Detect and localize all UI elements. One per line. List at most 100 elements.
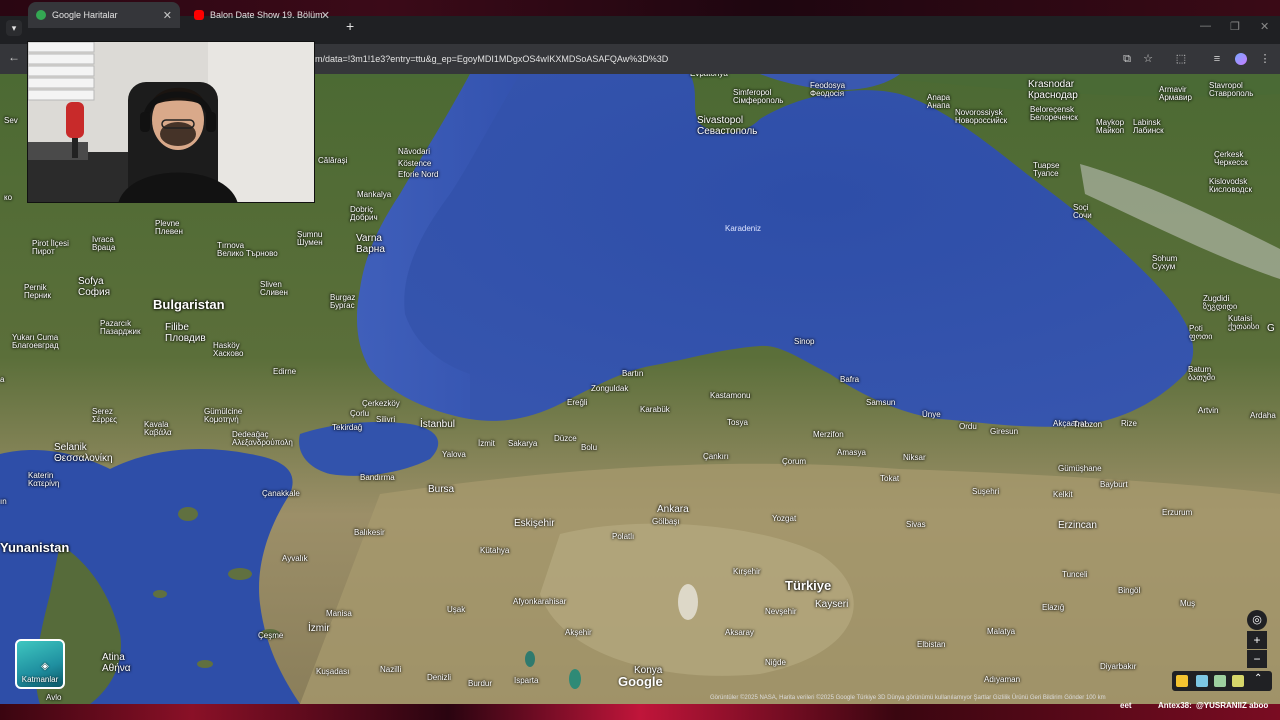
place-label-izmit[interactable]: İzmit xyxy=(478,439,495,448)
place-label-kustence[interactable]: Köstence xyxy=(398,159,431,168)
place-label-pirot[interactable]: Pirot İlçesi Пирот xyxy=(32,239,69,257)
place-label-edge_g[interactable]: G xyxy=(1267,323,1275,335)
place-label-athina[interactable]: Atina Αθήνα xyxy=(102,652,131,674)
place-label-varna[interactable]: Varna Варна xyxy=(356,233,385,255)
place-label-thessaloniki[interactable]: Selanik Θεσσαλονίκη xyxy=(54,442,113,464)
place-label-maykop[interactable]: Maykop Майкоп xyxy=(1096,118,1124,136)
browser-menu-icon[interactable]: ⋮ xyxy=(1256,50,1274,68)
zoom-in-button[interactable]: + xyxy=(1247,631,1267,649)
place-label-anapa[interactable]: Anapa Анапа xyxy=(927,93,950,111)
place-label-niksar[interactable]: Niksar xyxy=(903,453,926,462)
expand-chevron-icon[interactable]: ⌃ xyxy=(1254,673,1262,684)
place-label-elazig[interactable]: Elazığ xyxy=(1042,603,1064,612)
tab-search-button[interactable]: ▾ xyxy=(6,20,22,36)
place-label-bursa[interactable]: Bursa xyxy=(428,484,454,496)
place-label-afyon[interactable]: Afyonkarahisar xyxy=(513,597,566,606)
place-label-ardahan[interactable]: Ardaha xyxy=(1250,411,1276,420)
place-label-corum[interactable]: Çorum xyxy=(782,457,806,466)
window-close-icon[interactable]: ✕ xyxy=(1260,20,1269,33)
place-label-pazardzhik[interactable]: Pazarcık Пазарджик xyxy=(100,319,140,337)
place-label-susehri[interactable]: Suşehri xyxy=(972,487,999,496)
place-label-manisa[interactable]: Manisa xyxy=(326,609,352,618)
place-label-kayseri[interactable]: Kayseri xyxy=(815,599,848,611)
place-label-kislovodsk[interactable]: Kislovodsk Кисловодск xyxy=(1209,177,1252,195)
place-label-erzincan[interactable]: Erzincan xyxy=(1058,520,1097,532)
layers-button[interactable]: ◈ Katmanlar xyxy=(15,639,65,689)
bookmark-star-icon[interactable]: ☆ xyxy=(1139,50,1157,68)
place-label-kutaisi[interactable]: Kutaisi ქუთაისი xyxy=(1228,314,1259,332)
pegman-icon[interactable] xyxy=(1176,675,1188,687)
place-label-yozgat[interactable]: Yozgat xyxy=(772,514,796,523)
place-label-edge_n[interactable]: ın xyxy=(0,497,7,506)
place-label-yalova[interactable]: Yalova xyxy=(442,450,466,459)
place-label-shumen[interactable]: Şumnu Шумен xyxy=(297,230,323,248)
place-label-zonguldak[interactable]: Zonguldak xyxy=(591,384,628,393)
place-label-belorechensk[interactable]: Beloreçensk Белореченск xyxy=(1030,105,1078,123)
map-thumbnail-strip[interactable]: ⌃ xyxy=(1172,671,1272,691)
place-label-tekirdag[interactable]: Tekirdağ xyxy=(332,423,362,432)
place-label-edge_a[interactable]: a xyxy=(0,375,4,384)
place-label-sliven[interactable]: Sliven Сливен xyxy=(260,280,288,298)
place-label-zugdidi[interactable]: Zugdidi ზუგდიდი xyxy=(1203,294,1237,312)
place-label-evpatoria[interactable]: Evpatoriya xyxy=(690,74,728,78)
place-label-elbistan[interactable]: Elbistan xyxy=(917,640,945,649)
place-label-aksehir[interactable]: Akşehir xyxy=(565,628,592,637)
place-label-samsun[interactable]: Samsun xyxy=(866,398,895,407)
place-label-blagoevgrad[interactable]: Yukarı Cuma Благоевград xyxy=(12,333,59,351)
place-label-bafra[interactable]: Bafra xyxy=(840,375,859,384)
place-label-ordu[interactable]: Ordu xyxy=(959,422,977,431)
place-label-cesme[interactable]: Çeşme xyxy=(258,631,283,640)
place-label-bolu[interactable]: Bolu xyxy=(581,443,597,452)
place-label-simferopol[interactable]: Simferopol Сімферополь xyxy=(733,88,783,106)
traffic-thumb[interactable] xyxy=(1232,675,1244,687)
place-label-eskisehir[interactable]: Eskişehir xyxy=(514,518,555,530)
my-location-button[interactable]: ◎ xyxy=(1247,610,1267,630)
place-label-stavropol[interactable]: Stavropol Ставрополь xyxy=(1209,81,1253,99)
place-label-sukhumi[interactable]: Sohum Сухум xyxy=(1152,254,1177,272)
extensions-icon[interactable]: ⬚ xyxy=(1172,50,1190,68)
place-label-amasya[interactable]: Amasya xyxy=(837,448,866,457)
place-label-kutahya[interactable]: Kütahya xyxy=(480,546,509,555)
place-label-mankalya[interactable]: Mankalya xyxy=(357,190,391,199)
place-label-feodosia[interactable]: Feodosya Феодосія xyxy=(810,81,845,99)
place-label-merzifon[interactable]: Merzifon xyxy=(813,430,844,439)
place-label-kavala[interactable]: Kavala Καβάλα xyxy=(144,420,172,438)
place-label-tokat[interactable]: Tokat xyxy=(880,474,899,483)
place-label-aksaray[interactable]: Aksaray xyxy=(725,628,754,637)
maximize-icon[interactable]: ❐ xyxy=(1230,20,1240,33)
place-label-dobrich[interactable]: Dobriç Добрич xyxy=(350,205,378,223)
place-label-sivas[interactable]: Sivas xyxy=(906,520,926,529)
place-label-tunceli[interactable]: Tunceli xyxy=(1062,570,1088,579)
place-label-isparta[interactable]: Isparta xyxy=(514,676,538,685)
place-label-cerkezkoy[interactable]: Çerkezköy xyxy=(362,399,400,408)
place-label-vratsa[interactable]: Ivraca Враца xyxy=(92,235,115,253)
place-label-polatli[interactable]: Polatlı xyxy=(612,532,634,541)
place-label-rize[interactable]: Rize xyxy=(1121,419,1137,428)
place-label-karabuk[interactable]: Karabük xyxy=(640,405,670,414)
place-label-kusadasi[interactable]: Kuşadası xyxy=(316,667,349,676)
place-label-katerini[interactable]: Katerin Κατερίνη xyxy=(28,471,59,489)
place-label-pleven[interactable]: Plevne Плевен xyxy=(155,219,183,237)
new-tab-button[interactable]: + xyxy=(346,18,354,34)
place-label-edge_avlo[interactable]: Avlo xyxy=(46,693,61,702)
place-label-nigde[interactable]: Niğde xyxy=(765,658,786,667)
place-label-tuapse[interactable]: Tuapse Туапсе xyxy=(1033,161,1059,179)
tab-google-maps[interactable]: Google Haritalar ✕ xyxy=(28,2,180,28)
place-label-tarnovo[interactable]: Tırnova Велико Търново xyxy=(217,241,278,259)
imagery-thumb[interactable] xyxy=(1196,675,1208,687)
place-label-sevastopol[interactable]: Sivastopol Севастополь xyxy=(697,115,757,137)
place-label-novorossiysk[interactable]: Novorossiysk Новороссийск xyxy=(955,108,1007,126)
place-label-cankiri[interactable]: Çankırı xyxy=(703,452,729,461)
place-label-balikesir[interactable]: Balıkesir xyxy=(354,528,385,537)
place-label-kirsehir[interactable]: Kırşehir xyxy=(733,567,761,576)
tab-close-icon[interactable]: ✕ xyxy=(163,9,172,22)
place-label-bingol[interactable]: Bingöl xyxy=(1118,586,1140,595)
place-label-izmir[interactable]: İzmir xyxy=(308,623,330,635)
place-label-serres[interactable]: Serez Σέρρες xyxy=(92,407,117,425)
place-label-poti[interactable]: Poti ფოთი xyxy=(1189,324,1212,342)
back-arrow-icon[interactable]: ← xyxy=(8,50,20,64)
tab-close-icon[interactable]: ✕ xyxy=(321,9,330,22)
place-label-calarasi[interactable]: Călărași xyxy=(318,156,347,165)
tab-youtube-video[interactable]: Balon Date Show 19. Bölüm - Y ✕ xyxy=(186,2,338,28)
place-label-silivri[interactable]: Silivri xyxy=(376,415,395,424)
